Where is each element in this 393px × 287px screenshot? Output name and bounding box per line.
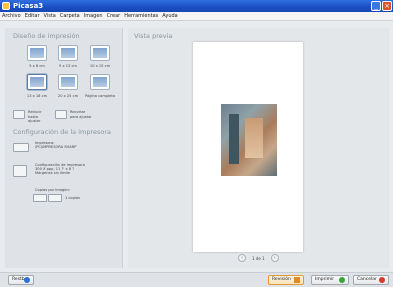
review-label: Revisión xyxy=(272,277,291,282)
menu-herramientas[interactable]: Herramientas xyxy=(124,12,158,20)
print-settings-panel: Diseño de impresión 5 x 8 cm 9 x 13 cm 1… xyxy=(5,28,123,268)
menu-imagen[interactable]: Imagen xyxy=(84,12,103,20)
checkmark-icon xyxy=(339,277,345,283)
layout-13x18-label: 13 x 18 cm xyxy=(26,94,48,98)
print-button[interactable]: Imprimir xyxy=(311,275,349,285)
copies-value: 1 copias xyxy=(65,196,80,200)
warning-icon xyxy=(294,277,300,283)
layout-9x13-label: 9 x 13 cm xyxy=(59,64,77,68)
window-title: Picasa3 xyxy=(13,2,44,10)
preview-title: Vista previa xyxy=(134,32,173,40)
copies-increase-button[interactable] xyxy=(48,194,62,202)
menu-vista[interactable]: Vista xyxy=(44,12,56,20)
picasa-app-icon xyxy=(2,2,10,10)
preview-page xyxy=(193,42,303,252)
menu-carpeta[interactable]: Carpeta xyxy=(60,12,80,20)
menu-editar[interactable]: Editar xyxy=(25,12,40,20)
cancel-label: Cancelar xyxy=(357,277,377,282)
crop-to-fit-button[interactable] xyxy=(55,110,67,119)
crop-to-fit-label: Recortar para ajustar xyxy=(70,110,92,119)
menu-archivo[interactable]: Archivo xyxy=(2,12,21,20)
menu-crear[interactable]: Crear xyxy=(107,12,121,20)
layout-20x25-button[interactable] xyxy=(58,74,78,90)
print-label: Imprimir xyxy=(315,277,335,282)
page-indicator: 1 de 1 xyxy=(252,255,265,261)
layout-13x18-button[interactable] xyxy=(27,74,47,90)
minimize-button[interactable]: _ xyxy=(371,1,381,11)
menu-bar: Archivo Editar Vista Carpeta Imagen Crea… xyxy=(0,12,393,21)
layout-10x15-label: 10 x 15 cm xyxy=(89,64,111,68)
cancel-button[interactable]: Cancelar xyxy=(353,275,389,285)
help-icon xyxy=(24,277,30,283)
layout-9x13-button[interactable] xyxy=(58,45,78,61)
menu-ayuda[interactable]: Ayuda xyxy=(162,12,177,20)
layout-full-page-button[interactable] xyxy=(90,74,110,90)
reset-label: Restb xyxy=(12,277,25,282)
next-page-button[interactable]: › xyxy=(270,254,279,262)
preview-panel: Vista previa ‹ 1 de 1 › xyxy=(128,28,389,268)
reduce-to-fit-button[interactable] xyxy=(13,110,25,119)
layout-full-page-label: Página completa xyxy=(85,94,115,98)
printer-config-button[interactable] xyxy=(13,165,27,177)
printer-config-line2: Márgenes sin límite xyxy=(35,171,71,175)
previous-page-button[interactable]: ‹ xyxy=(238,254,246,262)
printer-name: \PC\IMPRESORA SHARP xyxy=(35,145,77,149)
printer-select-button[interactable] xyxy=(13,143,29,152)
reset-button[interactable]: Restb xyxy=(8,275,34,285)
layout-10x15-button[interactable] xyxy=(90,45,110,61)
close-window-button[interactable]: × xyxy=(382,1,392,11)
printer-section-title: Configuración de la impresora xyxy=(13,128,112,136)
layout-section-title: Diseño de impresión xyxy=(13,32,80,40)
cancel-icon xyxy=(379,277,385,283)
preview-photo xyxy=(221,104,277,176)
bottom-toolbar: Restb Revisión Imprimir Cancelar xyxy=(0,272,393,287)
page-navigator: ‹ 1 de 1 › xyxy=(238,254,279,262)
copies-title: Copias por imagen: xyxy=(35,188,70,192)
copies-decrease-button[interactable] xyxy=(33,194,47,202)
reduce-to-fit-label: Reducir hasta ajustar xyxy=(28,110,42,123)
review-button[interactable]: Revisión xyxy=(268,275,304,285)
layout-5x8-label: 5 x 8 cm xyxy=(29,64,45,68)
layout-20x25-label: 20 x 25 cm xyxy=(57,94,79,98)
title-bar: Picasa3 _ × xyxy=(0,0,393,12)
layout-5x8-button[interactable] xyxy=(27,45,47,61)
